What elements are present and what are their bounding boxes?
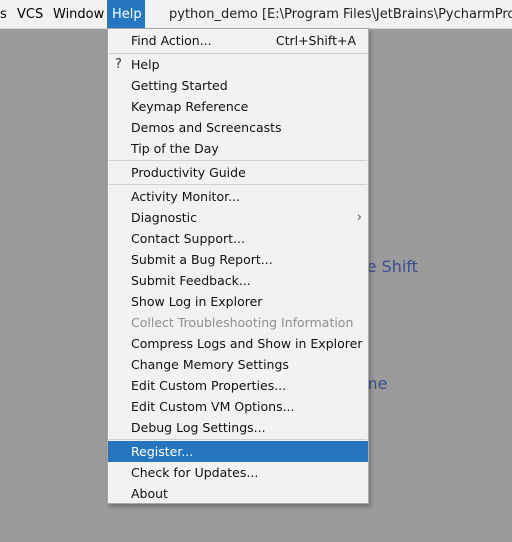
menu-item-help[interactable]: ? Help bbox=[108, 54, 368, 75]
menu-bar: s VCS Window Help python_demo [E:\Progra… bbox=[0, 0, 512, 29]
menu-item-show-log[interactable]: Show Log in Explorer bbox=[108, 291, 368, 312]
chevron-right-icon: › bbox=[356, 210, 362, 225]
menu-item-productivity-guide[interactable]: Productivity Guide bbox=[108, 162, 368, 183]
menu-item-label: Diagnostic bbox=[131, 210, 198, 225]
menu-window[interactable]: Window bbox=[48, 0, 109, 29]
menu-help[interactable]: Help bbox=[107, 0, 145, 29]
menu-item-edit-vm-options[interactable]: Edit Custom VM Options... bbox=[108, 396, 368, 417]
menu-item-demos-screencasts[interactable]: Demos and Screencasts bbox=[108, 117, 368, 138]
menu-item-compress-logs[interactable]: Compress Logs and Show in Explorer bbox=[108, 333, 368, 354]
menu-item-register[interactable]: Register... bbox=[108, 441, 368, 462]
menu-item-tip-of-the-day[interactable]: Tip of the Day bbox=[108, 138, 368, 159]
menu-item-activity-monitor[interactable]: Activity Monitor... bbox=[108, 186, 368, 207]
window-title: python_demo [E:\Program Files\JetBrains\… bbox=[169, 7, 512, 22]
menu-item-label: Help bbox=[131, 57, 160, 72]
menu-vcs[interactable]: VCS bbox=[12, 0, 48, 29]
menu-separator bbox=[109, 439, 367, 440]
help-menu-dropdown: Find Action... Ctrl+Shift+A ? Help Getti… bbox=[107, 28, 369, 504]
menu-item-about[interactable]: About bbox=[108, 483, 368, 504]
question-icon: ? bbox=[115, 57, 122, 72]
menu-item-check-updates[interactable]: Check for Updates... bbox=[108, 462, 368, 483]
menu-item-change-memory[interactable]: Change Memory Settings bbox=[108, 354, 368, 375]
menu-separator bbox=[109, 160, 367, 161]
menu-item-collect-troubleshooting: Collect Troubleshooting Information bbox=[131, 315, 354, 330]
menu-item-edit-custom-properties[interactable]: Edit Custom Properties... bbox=[108, 375, 368, 396]
menu-item-keymap-reference[interactable]: Keymap Reference bbox=[108, 96, 368, 117]
menu-item-submit-bug-report[interactable]: Submit a Bug Report... bbox=[108, 249, 368, 270]
menu-item-find-action[interactable]: Find Action... Ctrl+Shift+A bbox=[108, 30, 368, 51]
menu-separator bbox=[109, 184, 367, 185]
menu-item-label: Find Action... bbox=[131, 33, 212, 48]
menu-item-getting-started[interactable]: Getting Started bbox=[108, 75, 368, 96]
menu-item-debug-log-settings[interactable]: Debug Log Settings... bbox=[108, 417, 368, 438]
shortcut-label: Ctrl+Shift+A bbox=[275, 33, 356, 48]
menu-item-diagnostic[interactable]: Diagnostic › bbox=[108, 207, 368, 228]
menu-item-contact-support[interactable]: Contact Support... bbox=[108, 228, 368, 249]
menu-file-partial[interactable]: s bbox=[0, 0, 12, 29]
menu-item-submit-feedback[interactable]: Submit Feedback... bbox=[108, 270, 368, 291]
